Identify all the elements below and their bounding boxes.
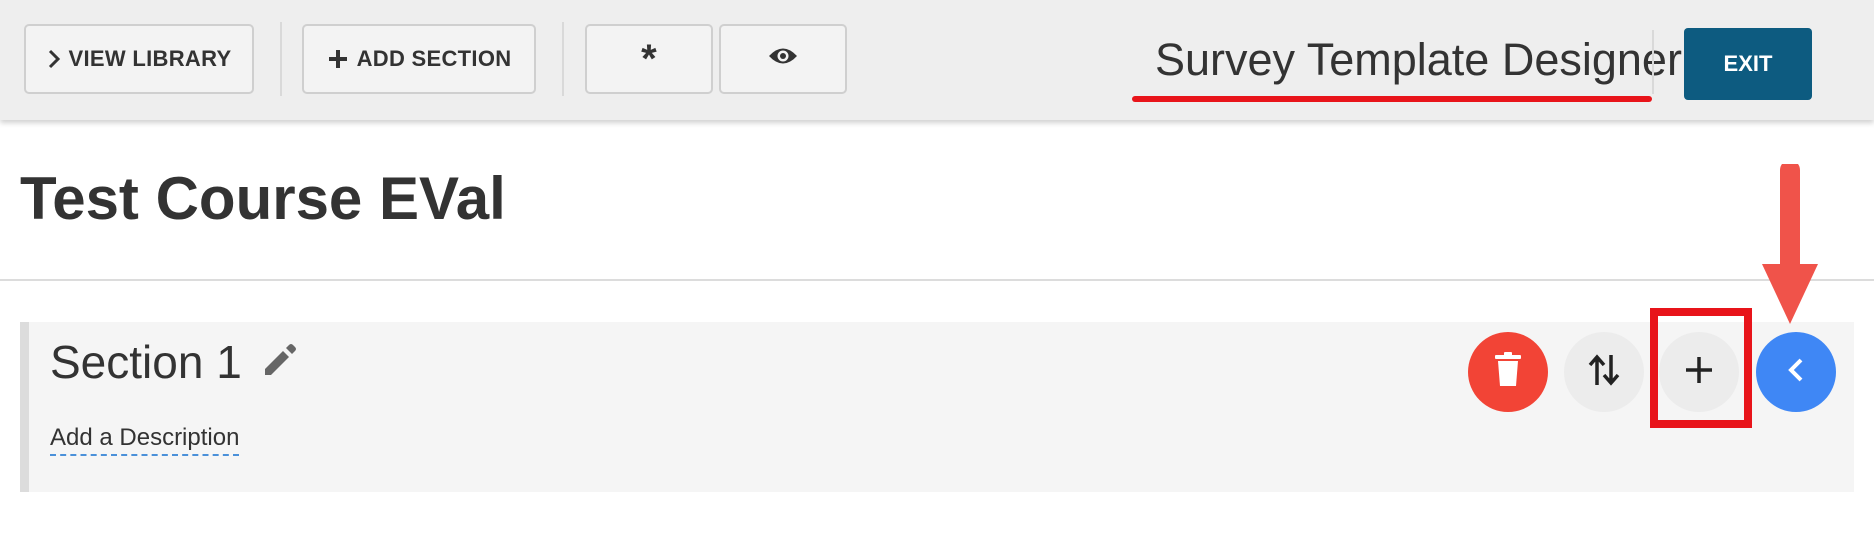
required-toggle-button[interactable]: * [585,24,713,94]
annotation-arrow-icon [1760,160,1820,335]
survey-title: Test Course EVal [20,165,506,232]
eye-icon [768,46,798,72]
chevron-left-icon [1786,356,1806,389]
exit-button[interactable]: EXIT [1684,28,1812,100]
chevron-right-icon [47,48,61,70]
toolbar-divider [280,22,282,96]
view-library-button[interactable]: VIEW LIBRARY [24,24,254,94]
add-description-link[interactable]: Add a Description [50,424,240,456]
toolbar-divider [562,22,564,96]
designer-title: Survey Template Designer [1155,34,1682,85]
divider [0,279,1874,281]
section-title: Section 1 [50,336,242,388]
collapse-actions-button[interactable] [1756,332,1836,412]
add-section-button[interactable]: ADD SECTION [302,24,536,94]
delete-section-button[interactable] [1468,332,1548,412]
trash-icon [1494,351,1522,393]
add-section-label: ADD SECTION [356,46,512,71]
asterisk-icon: * [641,36,657,81]
sort-icon [1587,352,1621,393]
reorder-button[interactable] [1564,332,1644,412]
annotation-underline [1132,96,1652,102]
plus-icon [327,48,349,70]
annotation-highlight-box [1650,308,1752,428]
view-library-label: VIEW LIBRARY [68,46,232,71]
header-divider [1652,30,1654,94]
pencil-icon[interactable] [260,341,298,384]
preview-button[interactable] [719,24,847,94]
